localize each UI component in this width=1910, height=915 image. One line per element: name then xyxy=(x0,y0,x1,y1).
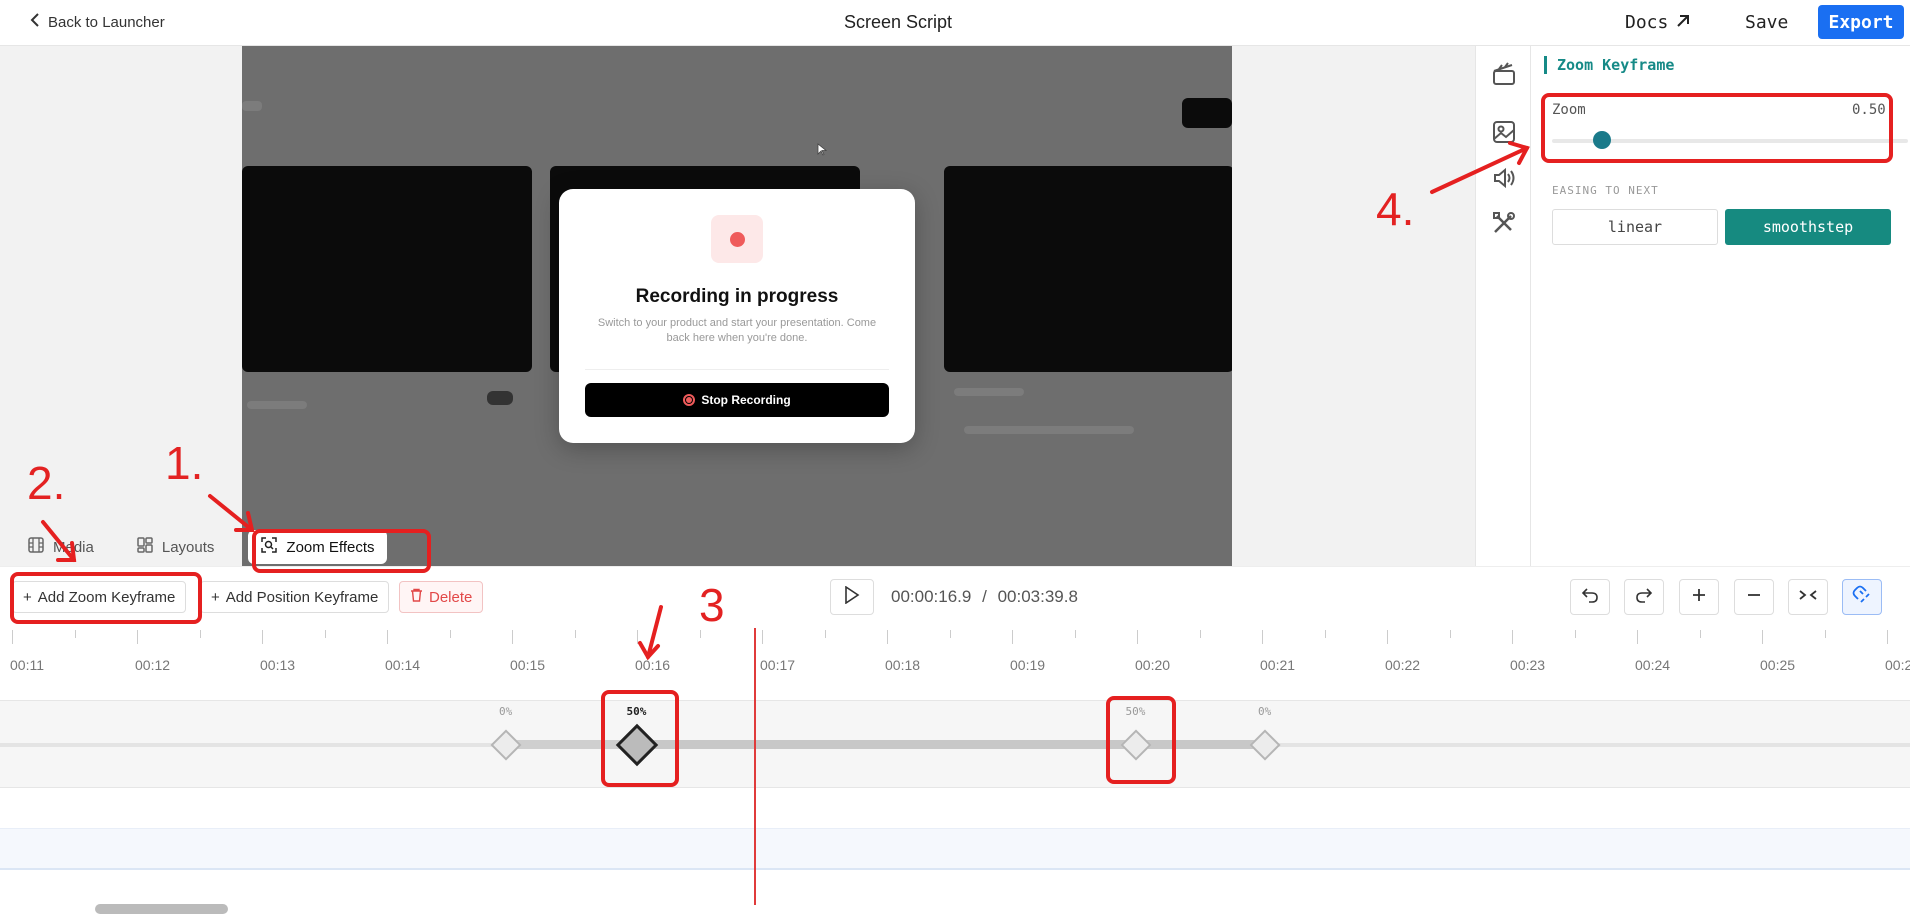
annotation-arrow-1 xyxy=(208,494,254,532)
annotation-arrow-4 xyxy=(1430,146,1529,194)
annotation-arrow-2 xyxy=(41,520,76,562)
annotation-arrows xyxy=(41,141,1530,661)
